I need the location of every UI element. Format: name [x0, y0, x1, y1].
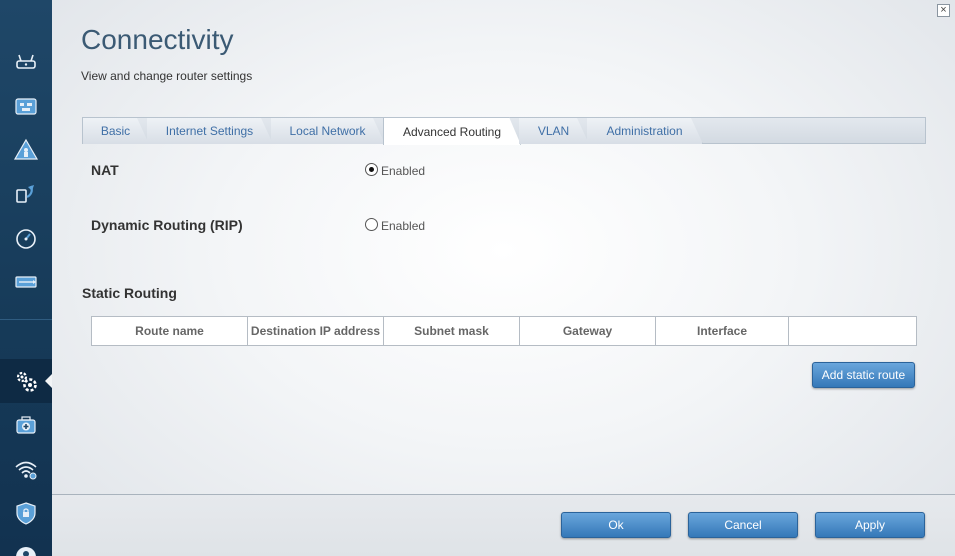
router-icon[interactable]: [0, 40, 52, 84]
rip-enabled-label: Enabled: [381, 219, 426, 233]
nat-enabled-radio[interactable]: [365, 163, 378, 176]
usb-storage-icon[interactable]: [0, 260, 52, 304]
nat-label: NAT: [91, 162, 119, 178]
tab-vlan[interactable]: VLAN: [519, 118, 589, 144]
tab-internet-settings[interactable]: Internet Settings: [147, 118, 273, 144]
rip-label: Dynamic Routing (RIP): [91, 217, 243, 233]
col-interface: Interface: [656, 317, 789, 345]
sidebar: [0, 0, 52, 556]
page-subtitle: View and change router settings: [81, 69, 253, 83]
nat-enabled-label: Enabled: [381, 164, 426, 178]
tab-advanced-routing[interactable]: Advanced Routing: [383, 117, 521, 145]
security-icon[interactable]: [0, 491, 52, 535]
static-routes-table: Route name Destination IP address Subnet…: [91, 316, 917, 346]
add-static-route-button[interactable]: Add static route: [812, 362, 915, 388]
account-icon[interactable]: [0, 535, 52, 556]
parental-controls-icon[interactable]: [0, 128, 52, 172]
troubleshooting-icon[interactable]: [0, 403, 52, 447]
sidebar-divider: [0, 319, 52, 320]
speed-test-icon[interactable]: [0, 216, 52, 260]
rip-enabled-radio[interactable]: [365, 218, 378, 231]
tab-administration[interactable]: Administration: [587, 118, 703, 144]
close-icon[interactable]: ×: [937, 4, 950, 17]
page-title: Connectivity: [81, 24, 234, 55]
ok-button[interactable]: Ok: [561, 512, 671, 538]
static-routing-title: Static Routing: [82, 285, 177, 301]
col-subnet-mask: Subnet mask: [384, 317, 520, 345]
tab-local-network[interactable]: Local Network: [271, 118, 385, 144]
connectivity-gear-icon[interactable]: [0, 359, 52, 403]
tab-bar: Basic Internet Settings Local Network Ad…: [82, 117, 926, 144]
col-actions: [789, 317, 916, 345]
col-destination-ip: Destination IP address: [248, 317, 384, 345]
footer-bar: Ok Cancel Apply: [52, 494, 955, 556]
tab-basic[interactable]: Basic: [83, 118, 149, 144]
apply-button[interactable]: Apply: [815, 512, 925, 538]
media-prioritization-icon[interactable]: [0, 172, 52, 216]
cancel-button[interactable]: Cancel: [688, 512, 798, 538]
device-list-icon[interactable]: [0, 84, 52, 128]
col-route-name: Route name: [92, 317, 248, 345]
col-gateway: Gateway: [520, 317, 656, 345]
main-panel: × Connectivity View and change router se…: [52, 0, 955, 556]
wireless-icon[interactable]: [0, 447, 52, 491]
